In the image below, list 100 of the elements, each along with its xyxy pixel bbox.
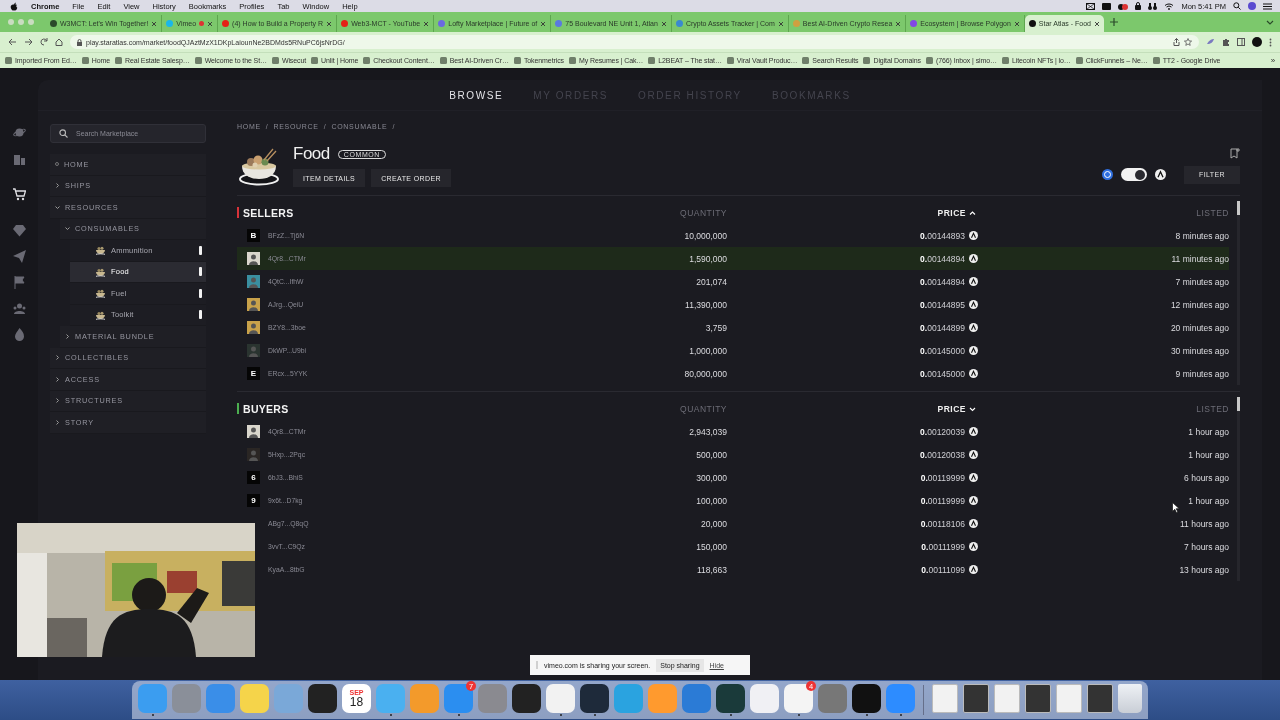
listed-cell: 7 minutes ago xyxy=(1175,276,1229,287)
search-icon[interactable] xyxy=(1233,2,1241,10)
site-icon xyxy=(568,57,576,64)
token-icon xyxy=(969,473,978,482)
screen-icon[interactable] xyxy=(1086,2,1096,10)
quantity-cell: 1,000,000 xyxy=(689,345,727,356)
price-cell: 0.00118106 xyxy=(920,518,965,529)
puzzle-icon[interactable] xyxy=(1222,38,1230,46)
building-icon[interactable] xyxy=(12,152,26,165)
quantity-cell: 201,074 xyxy=(696,276,727,287)
quantity-cell: 300,000 xyxy=(696,472,727,483)
nav-tab[interactable]: BROWSE xyxy=(449,89,504,101)
close-icon[interactable] xyxy=(1094,20,1100,27)
close-icon[interactable] xyxy=(540,20,547,27)
chevron-right-icon xyxy=(55,355,60,361)
document-thumbnail[interactable] xyxy=(1087,684,1113,713)
listed-cell: 6 hours ago xyxy=(1184,472,1229,483)
apple-icon[interactable] xyxy=(10,1,18,11)
price-cell: 0.00145000 xyxy=(920,345,965,356)
bowl-icon xyxy=(95,288,106,299)
document-thumbnail[interactable] xyxy=(994,684,1020,713)
token-icon xyxy=(969,427,978,436)
column-header[interactable]: PRICE xyxy=(937,403,976,414)
list-icon[interactable] xyxy=(1263,2,1272,10)
section-title: SELLERS xyxy=(243,206,294,219)
close-icon[interactable] xyxy=(151,20,158,27)
quantity-cell: 118,663 xyxy=(696,564,727,575)
planet-icon[interactable] xyxy=(12,126,26,139)
app-icon[interactable] xyxy=(852,684,881,713)
wifi-icon[interactable] xyxy=(1164,2,1175,10)
app-icon[interactable] xyxy=(512,684,541,713)
product-title: Food xyxy=(293,144,330,164)
site-icon xyxy=(439,57,447,64)
bookmark-add-icon[interactable] xyxy=(1230,147,1240,159)
lock-icon[interactable] xyxy=(1135,2,1142,10)
chevron-right-icon xyxy=(65,333,70,339)
listed-cell: 7 hours ago xyxy=(1184,541,1229,552)
app-icon[interactable] xyxy=(308,684,337,713)
diamond-icon[interactable] xyxy=(12,224,26,237)
close-icon[interactable] xyxy=(777,20,784,27)
share-icon[interactable] xyxy=(1173,38,1180,46)
close-icon[interactable] xyxy=(423,20,430,27)
cart-icon[interactable] xyxy=(12,188,26,201)
quantity-cell: 3,759 xyxy=(705,322,727,333)
people-icon[interactable] xyxy=(12,302,26,315)
home-icon[interactable] xyxy=(55,38,63,46)
stock-indicator xyxy=(199,267,202,277)
profile-avatar[interactable] xyxy=(1252,37,1262,47)
scroll-thumb[interactable] xyxy=(1237,201,1240,215)
close-icon[interactable] xyxy=(895,20,902,27)
star-icon[interactable] xyxy=(1184,38,1192,46)
more-bookmarks-button[interactable]: » xyxy=(1270,56,1275,65)
scroll-thumb[interactable] xyxy=(1237,397,1240,411)
document-thumbnail[interactable] xyxy=(963,684,989,713)
binoculars-icon[interactable] xyxy=(1148,2,1158,10)
atlas-token-icon xyxy=(1155,169,1166,180)
calendar-day: 18 xyxy=(349,696,364,708)
document-thumbnail[interactable] xyxy=(1056,684,1082,713)
site-icon xyxy=(271,57,279,64)
back-icon[interactable] xyxy=(8,38,17,46)
price-cell: 0.00120038 xyxy=(920,449,965,460)
search-icon xyxy=(59,129,68,138)
close-icon[interactable] xyxy=(1013,20,1020,27)
token-icon xyxy=(969,519,978,528)
avatar: 6 xyxy=(247,471,260,484)
app-icon[interactable] xyxy=(580,684,609,713)
site-icon xyxy=(802,57,810,64)
cursor-icon xyxy=(1172,502,1180,513)
coin-icon xyxy=(1102,169,1113,180)
currency-toggle[interactable] xyxy=(1121,168,1147,181)
column-header[interactable]: PRICE xyxy=(937,207,976,218)
plus-icon[interactable] xyxy=(1110,18,1118,26)
forward-icon[interactable] xyxy=(24,38,33,46)
app-icon[interactable] xyxy=(716,684,745,713)
price-cell: 0.00145000 xyxy=(920,368,965,379)
stock-indicator xyxy=(199,245,202,255)
price-cell: 0.00111099 xyxy=(921,564,965,575)
sidebar-icon[interactable] xyxy=(1237,38,1245,46)
close-icon[interactable] xyxy=(326,20,333,27)
listed-cell: 8 minutes ago xyxy=(1175,230,1229,241)
reload-icon[interactable] xyxy=(40,38,48,46)
paper-plane-icon[interactable] xyxy=(12,250,26,263)
quantity-cell: 1,590,000 xyxy=(689,253,727,264)
price-cell: 0.00144894 xyxy=(920,276,965,287)
flag-icon[interactable] xyxy=(12,276,26,289)
more-icon[interactable] xyxy=(1269,37,1272,47)
quantity-cell: 2,943,039 xyxy=(689,426,727,437)
document-thumbnail[interactable] xyxy=(1025,684,1051,713)
document-thumbnail[interactable] xyxy=(932,684,958,713)
chevron-down-icon[interactable] xyxy=(1266,18,1274,26)
site-icon xyxy=(513,57,521,64)
close-icon[interactable] xyxy=(660,20,667,27)
token-icon xyxy=(969,369,978,378)
token-icon xyxy=(969,565,978,574)
close-icon[interactable] xyxy=(207,20,214,27)
token-icon xyxy=(969,300,978,309)
chevron-right-icon xyxy=(55,419,60,425)
token-icon xyxy=(969,450,978,459)
section-title: BUYERS xyxy=(243,402,289,415)
price-cell: 0.00144899 xyxy=(920,322,965,333)
